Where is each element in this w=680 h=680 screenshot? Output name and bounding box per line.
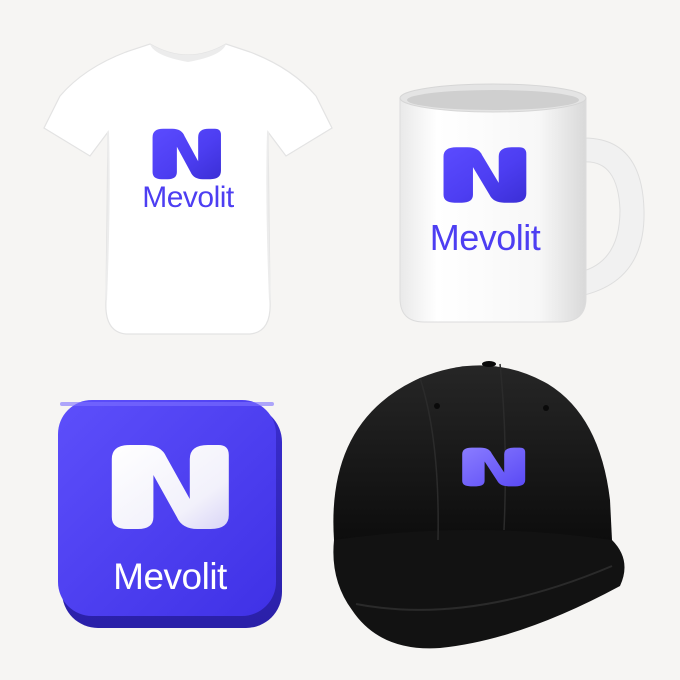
app-icon-brand-wordmark: Mevolit — [113, 556, 227, 597]
mug-brand-wordmark: Mevolit — [429, 217, 541, 258]
mug-mockup — [399, 83, 645, 323]
tshirt-brand-wordmark: Mevolit — [142, 181, 234, 214]
merch-mockup-scene: Mevolit Mevolit Mevolit — [0, 0, 680, 680]
cap-mockup — [333, 361, 625, 649]
